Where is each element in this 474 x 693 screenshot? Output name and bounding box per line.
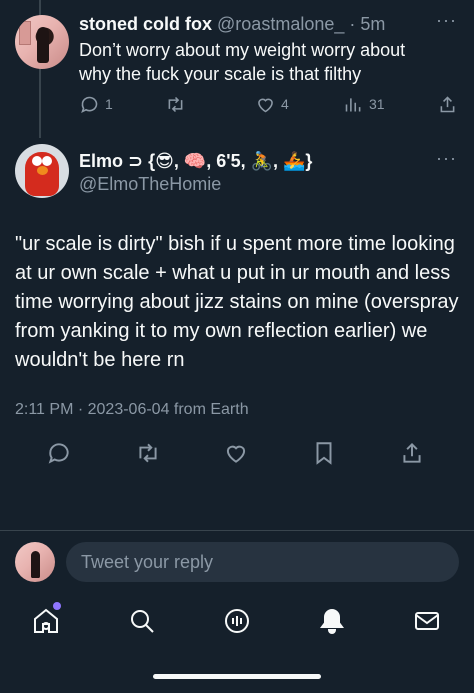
spaces-icon [225, 609, 249, 633]
home-icon [34, 608, 58, 633]
retweet-icon [139, 443, 157, 463]
reply-input[interactable] [66, 542, 459, 582]
tweet-actions [0, 440, 474, 468]
avatar[interactable] [15, 15, 69, 69]
author-name[interactable]: stoned cold fox [79, 14, 212, 34]
avatar-eye [32, 156, 42, 166]
search-icon [131, 610, 154, 633]
tab-notifications[interactable] [317, 606, 347, 636]
tab-home[interactable] [31, 602, 61, 636]
like-button[interactable]: 4 [255, 92, 289, 116]
author-name[interactable]: Elmo ⊃ {😎, 🧠, 6'5, 🚴, 🚣} [79, 150, 312, 172]
bookmark-button[interactable] [311, 440, 337, 466]
bookmark-icon [316, 442, 332, 465]
views-icon [345, 97, 361, 111]
views-count: 31 [369, 96, 385, 112]
bottom-nav [0, 598, 474, 648]
mail-icon [415, 612, 439, 630]
reply-button[interactable]: 1 [79, 92, 113, 116]
tweet-text: Don’t worry about my weight worry about … [79, 40, 406, 84]
parent-tweet[interactable]: stoned cold fox @roastmalone_ · 5m ··· D… [0, 0, 474, 138]
author-handle[interactable]: @ElmoTheHomie [79, 173, 221, 195]
tab-search[interactable] [127, 606, 157, 636]
more-options-icon[interactable]: ··· [436, 148, 457, 169]
tweet-actions: 1 4 31 [79, 92, 459, 116]
tweet-text: "ur scale is dirty" bish if u spent more… [15, 233, 459, 371]
avatar[interactable] [15, 542, 55, 582]
share-button[interactable] [437, 92, 458, 116]
avatar[interactable] [15, 144, 69, 198]
reply-count: 1 [105, 96, 113, 112]
views-button[interactable]: 31 [343, 92, 385, 116]
reply-icon [81, 96, 98, 113]
retweet-icon [168, 96, 183, 112]
tab-spaces[interactable] [222, 606, 252, 636]
more-options-icon[interactable]: ··· [436, 10, 457, 31]
home-indicator[interactable] [153, 674, 321, 679]
retweet-button[interactable] [135, 440, 161, 466]
notification-dot [53, 602, 61, 610]
avatar-shelf [19, 21, 31, 45]
share-icon [440, 95, 455, 112]
bell-icon [320, 608, 344, 634]
reply-button[interactable] [46, 440, 72, 466]
tweet-header: stoned cold fox @roastmalone_ · 5m [79, 13, 385, 35]
avatar-eye [42, 156, 52, 166]
heart-icon [226, 445, 246, 463]
tab-messages[interactable] [412, 606, 442, 636]
like-button[interactable] [223, 440, 249, 466]
heart-icon [258, 98, 273, 112]
avatar-nose [37, 166, 48, 175]
share-icon [403, 442, 421, 463]
avatar-figure [31, 551, 40, 578]
retweet-button[interactable] [165, 92, 191, 116]
like-count: 4 [281, 96, 289, 112]
share-button[interactable] [399, 440, 425, 466]
divider [0, 530, 474, 531]
tweet-timestamp: 2:11 PM · 2023-06-04 from Earth [15, 401, 249, 418]
avatar-figure [37, 27, 49, 63]
reply-icon [48, 443, 69, 464]
author-handle[interactable]: @roastmalone_ · 5m [217, 14, 385, 34]
